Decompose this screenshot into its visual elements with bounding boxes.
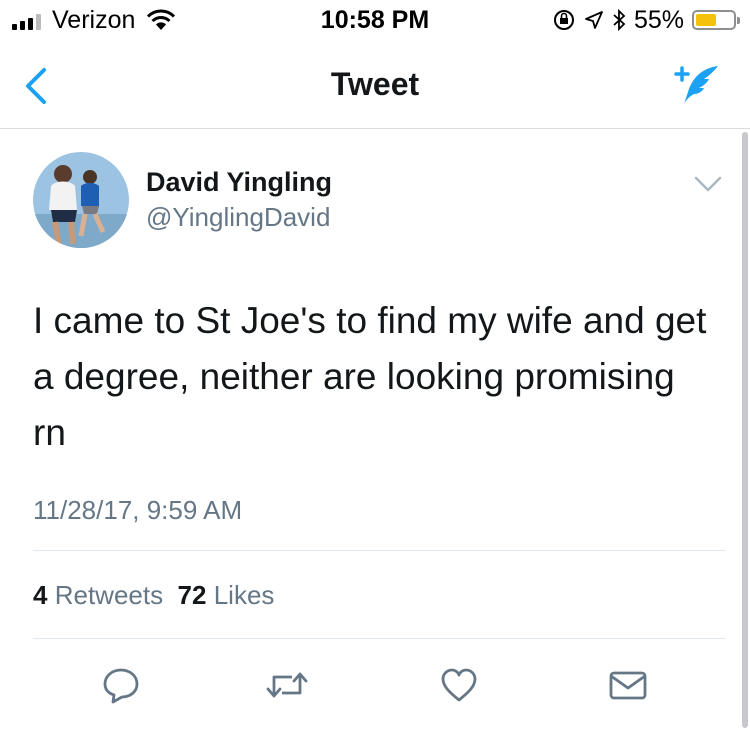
chevron-down-icon[interactable] — [693, 174, 723, 194]
tweet-action-bar — [0, 660, 750, 710]
divider — [33, 550, 726, 551]
battery-icon — [692, 10, 740, 30]
rotation-lock-icon — [553, 10, 574, 30]
bluetooth-icon — [613, 8, 626, 32]
reply-button[interactable] — [96, 660, 146, 710]
battery-percent: 55% — [633, 5, 684, 34]
tweet-timestamp: 11/28/17, 9:59 AM — [33, 495, 243, 525]
author-handle[interactable]: @YinglingDavid — [146, 202, 330, 233]
retweet-icon — [266, 672, 308, 698]
retweets-label: Retweets — [54, 580, 164, 610]
author-name[interactable]: David Yingling — [146, 167, 332, 198]
compose-tweet-icon[interactable] — [672, 62, 722, 108]
like-icon — [441, 668, 477, 702]
avatar-photo — [33, 152, 129, 248]
status-indicators: 55% — [552, 5, 740, 34]
engagement-stats: 4 Retweets 72 Likes — [33, 580, 274, 611]
share-mail-icon — [609, 671, 647, 700]
location-arrow-icon — [585, 11, 603, 29]
navigation-bar: Tweet — [0, 44, 750, 129]
likes-count: 72 — [177, 580, 207, 610]
page-title: Tweet — [330, 66, 420, 102]
scrollbar[interactable] — [742, 132, 748, 728]
reply-icon — [103, 668, 139, 704]
retweets-count: 4 — [33, 580, 48, 610]
tweet-text: I came to St Joe's to find my wife and g… — [33, 300, 707, 453]
like-button[interactable] — [434, 660, 484, 710]
divider — [33, 638, 726, 639]
retweet-button[interactable] — [262, 660, 312, 710]
avatar[interactable] — [33, 152, 129, 248]
status-bar: Verizon 10:58 PM 55% — [0, 0, 750, 40]
share-button[interactable] — [603, 660, 653, 710]
likes-stat[interactable]: 72 Likes — [178, 580, 275, 610]
likes-label: Likes — [213, 580, 275, 610]
retweets-stat[interactable]: 4 Retweets — [33, 580, 163, 610]
